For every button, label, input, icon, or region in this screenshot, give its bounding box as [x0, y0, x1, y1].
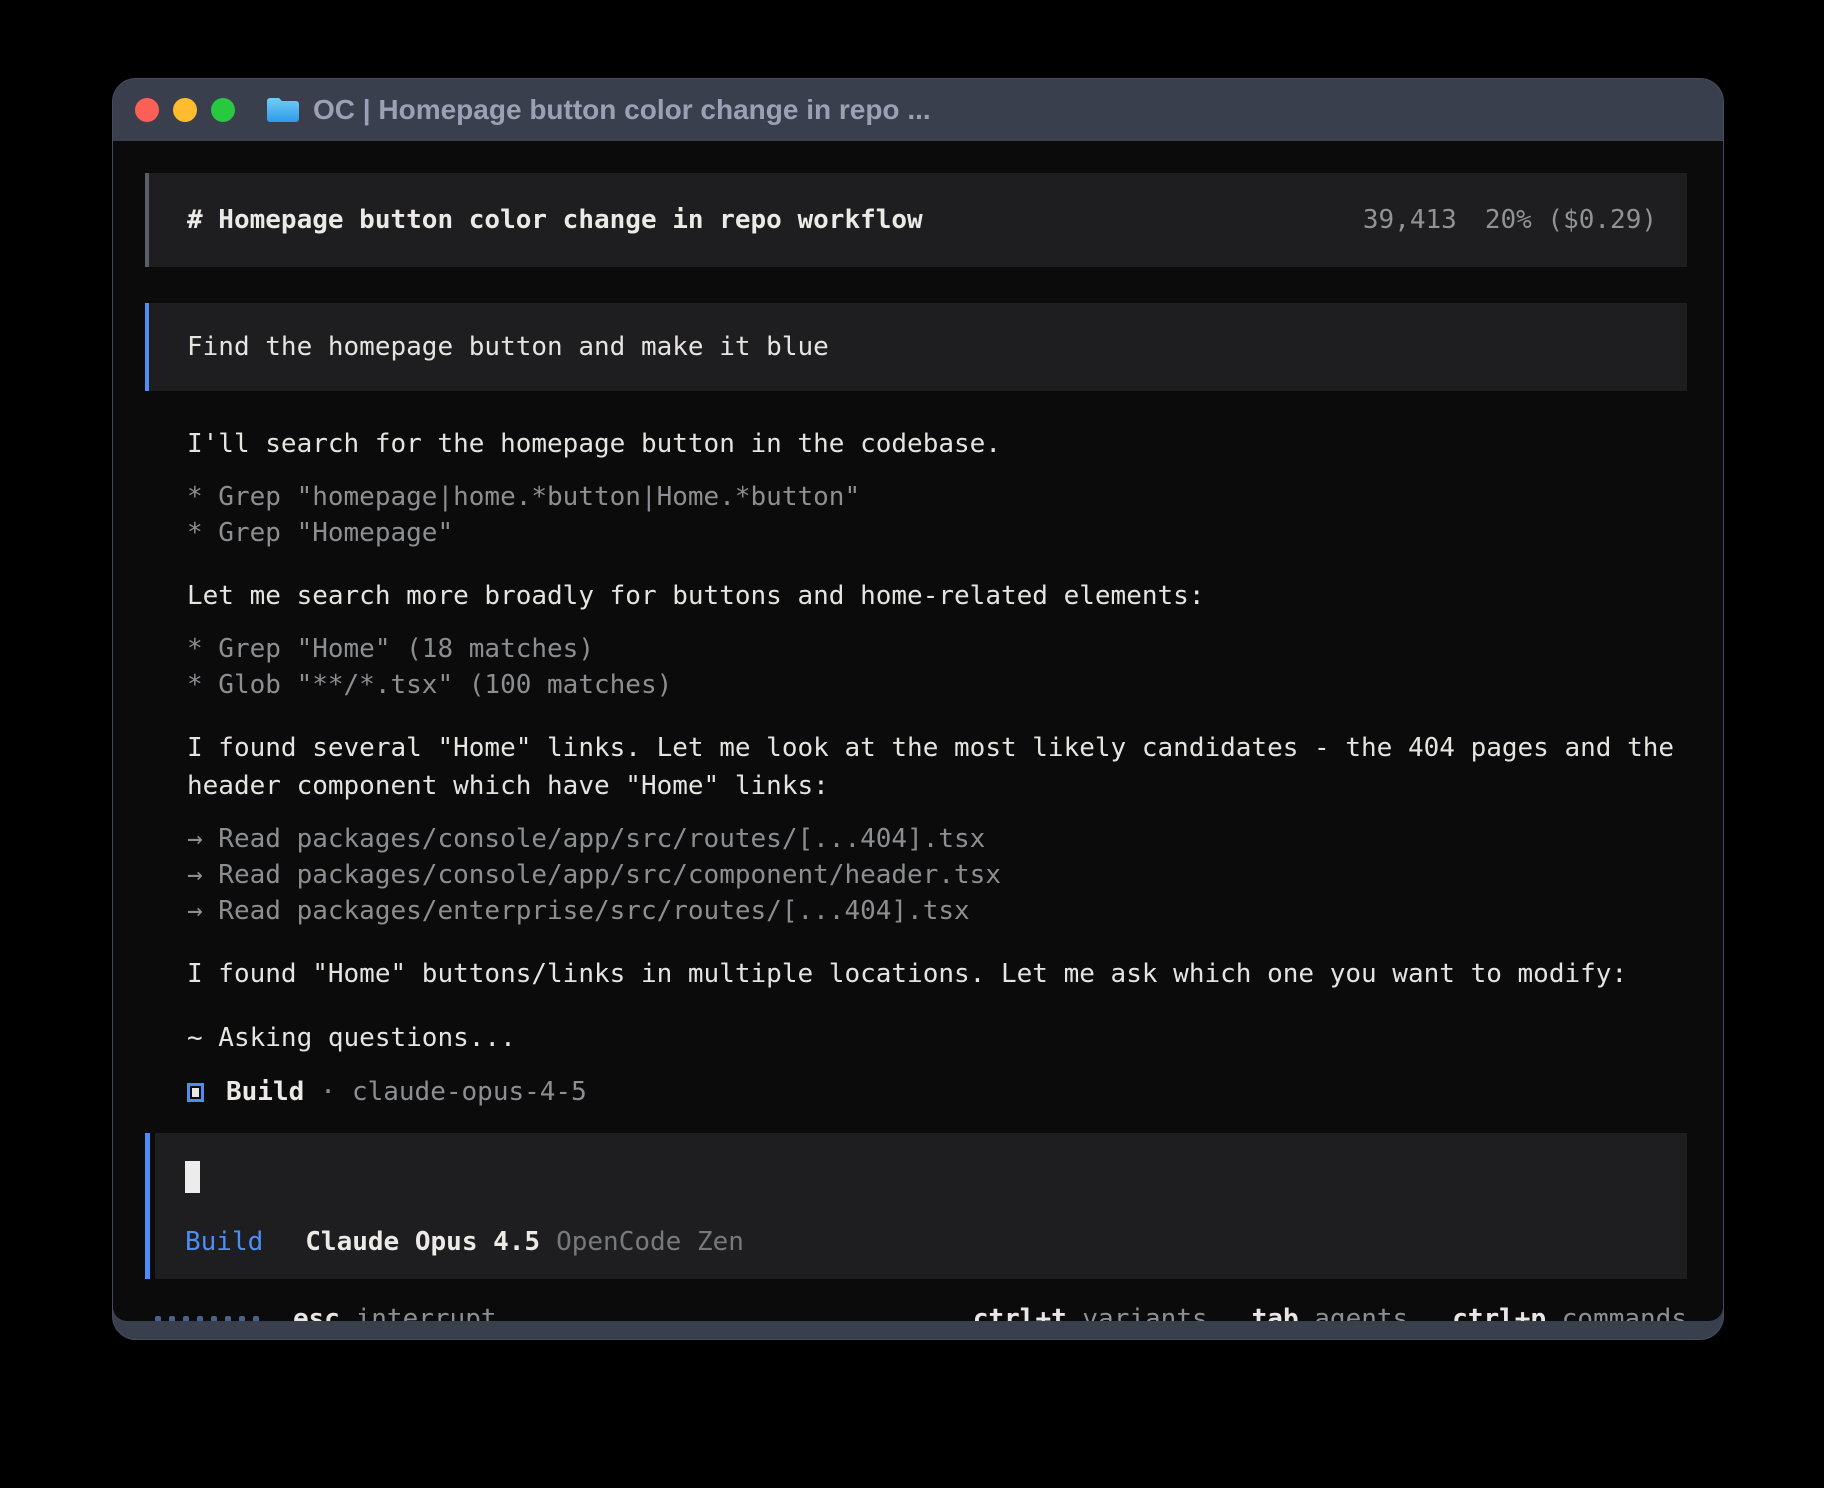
token-count: 39,413 [1363, 205, 1457, 235]
title-bar: OC | Homepage button color change in rep… [113, 79, 1723, 141]
tool-call-group: → Read packages/console/app/src/routes/[… [187, 821, 1687, 929]
assistant-paragraph: Let me search more broadly for buttons a… [187, 577, 1685, 615]
terminal-content: # Homepage button color change in repo w… [113, 141, 1723, 1321]
status-line: ~ Asking questions... [187, 1019, 1687, 1057]
session-stats: 39,413 20% ($0.29) [1363, 205, 1657, 235]
session-title: # Homepage button color change in repo w… [187, 205, 923, 235]
tool-call-grep: * Grep "Homepage" [187, 515, 1687, 551]
tool-call-read: → Read packages/console/app/src/routes/[… [187, 821, 1687, 857]
hint-variants: ctrl+t variants [973, 1304, 1208, 1321]
tool-call-read: → Read packages/enterprise/src/routes/[.… [187, 893, 1687, 929]
agent-square-icon [187, 1083, 204, 1102]
window-title: OC | Homepage button color change in rep… [313, 94, 931, 126]
tool-call-read: → Read packages/console/app/src/componen… [187, 857, 1687, 893]
agent-badge: Build · claude-opus-4-5 [187, 1077, 1687, 1107]
badge-separator: · [320, 1077, 336, 1107]
hint-interrupt: esc interrupt [293, 1304, 497, 1321]
tool-call-group: * Grep "homepage|home.*button|Home.*butt… [187, 479, 1687, 551]
status-bar: esc interrupt ctrl+t variants tab agents… [145, 1303, 1687, 1321]
agent-model: claude-opus-4-5 [352, 1077, 587, 1107]
text-cursor [185, 1161, 200, 1193]
mode-label: Build [185, 1227, 263, 1257]
folder-icon [265, 96, 301, 124]
model-name: Claude Opus 4.5 [305, 1227, 540, 1257]
model-row: Build Claude Opus 4.5 OpenCode Zen [185, 1227, 1649, 1257]
agent-name: Build [226, 1077, 304, 1107]
traffic-lights [135, 98, 235, 122]
context-cost: 20% ($0.29) [1485, 205, 1657, 235]
minimize-button[interactable] [173, 98, 197, 122]
hint-commands: ctrl+p commands [1452, 1304, 1687, 1321]
model-provider: OpenCode Zen [556, 1227, 744, 1257]
tool-call-grep: * Grep "homepage|home.*button|Home.*butt… [187, 479, 1687, 515]
prompt-input[interactable]: Build Claude Opus 4.5 OpenCode Zen [145, 1133, 1687, 1279]
tool-call-grep: * Grep "Home" (18 matches) [187, 631, 1687, 667]
close-button[interactable] [135, 98, 159, 122]
user-message: Find the homepage button and make it blu… [145, 303, 1687, 391]
hint-agents: tab agents [1252, 1304, 1409, 1321]
tool-call-group: * Grep "Home" (18 matches) * Glob "**/*.… [187, 631, 1687, 703]
assistant-paragraph: I'll search for the homepage button in t… [187, 425, 1685, 463]
tool-call-glob: * Glob "**/*.tsx" (100 matches) [187, 667, 1687, 703]
assistant-paragraph: I found several "Home" links. Let me loo… [187, 729, 1685, 805]
terminal-window: OC | Homepage button color change in rep… [112, 78, 1724, 1340]
session-header: # Homepage button color change in repo w… [145, 173, 1687, 267]
assistant-paragraph: I found "Home" buttons/links in multiple… [187, 955, 1685, 993]
user-message-text: Find the homepage button and make it blu… [187, 332, 829, 362]
zoom-button[interactable] [211, 98, 235, 122]
spinner-dots [155, 1316, 259, 1321]
